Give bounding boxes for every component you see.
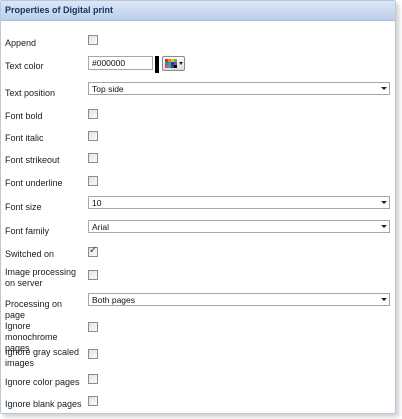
switched-on-label: Switched on	[5, 249, 55, 259]
append-row: Append	[1, 33, 395, 48]
font-bold-checkbox[interactable]	[88, 109, 98, 119]
font-underline-label: Font underline	[5, 178, 63, 188]
ignore-gray-scaled-images-row: Ignore gray scaled images	[1, 345, 395, 371]
font-strikeout-label: Font strikeout	[5, 155, 60, 165]
append-label: Append	[5, 38, 37, 48]
image-processing-on-server-label: Image processing on server	[5, 267, 77, 288]
text-color-value: #000000	[92, 58, 126, 68]
processing-on-page-row: Processing on page Both pages	[1, 292, 395, 320]
switched-on-checkbox[interactable]: ✓	[88, 245, 98, 257]
ignore-blank-pages-row: Ignore blank pages	[1, 394, 395, 409]
switched-on-row: Switched on ✓	[1, 245, 395, 259]
image-processing-on-server-row: Image processing on server	[1, 265, 395, 291]
font-family-row: Font family Arial	[1, 219, 395, 236]
color-palette-icon	[165, 59, 177, 68]
font-strikeout-row: Font strikeout	[1, 151, 395, 165]
font-size-label: Font size	[5, 202, 42, 212]
text-position-row: Text position Top side	[1, 81, 395, 98]
text-position-label: Text position	[5, 88, 56, 98]
panel-title-bar: Properties of Digital print	[1, 1, 395, 21]
ignore-monochrome-pages-checkbox[interactable]	[88, 322, 98, 332]
font-italic-checkbox[interactable]	[88, 131, 98, 141]
text-color-swatch	[155, 56, 159, 73]
text-color-label: Text color	[5, 61, 44, 71]
processing-on-page-label: Processing on page	[5, 299, 63, 320]
chevron-down-icon	[381, 201, 387, 204]
text-color-input[interactable]: #000000	[88, 56, 153, 70]
ignore-color-pages-label: Ignore color pages	[5, 377, 80, 387]
ignore-color-pages-row: Ignore color pages	[1, 372, 395, 387]
chevron-down-icon	[381, 298, 387, 301]
chevron-down-icon	[381, 87, 387, 90]
font-family-select[interactable]: Arial	[88, 220, 390, 233]
append-checkbox[interactable]	[88, 35, 98, 45]
text-position-select[interactable]: Top side	[88, 82, 390, 95]
text-position-value: Top side	[92, 84, 124, 94]
ignore-color-pages-checkbox[interactable]	[88, 374, 98, 384]
ignore-gray-scaled-images-checkbox[interactable]	[88, 349, 98, 359]
font-family-label: Font family	[5, 226, 50, 236]
font-strikeout-checkbox[interactable]	[88, 153, 98, 163]
font-size-row: Font size 10	[1, 195, 395, 212]
ignore-monochrome-pages-row: Ignore monochrome pages	[1, 319, 395, 353]
font-italic-label: Font italic	[5, 133, 44, 143]
ignore-blank-pages-label: Ignore blank pages	[5, 399, 82, 409]
text-color-row: Text color #000000	[1, 54, 395, 74]
chevron-down-icon	[179, 62, 183, 65]
font-bold-label: Font bold	[5, 111, 43, 121]
checkmark-icon: ✓	[89, 245, 98, 256]
processing-on-page-value: Both pages	[92, 295, 136, 305]
chevron-down-icon	[381, 225, 387, 228]
color-picker-button[interactable]	[162, 56, 185, 71]
font-underline-checkbox[interactable]	[88, 176, 98, 186]
panel-title: Properties of Digital print	[5, 5, 114, 15]
properties-panel: Properties of Digital print Append Text …	[0, 0, 396, 414]
font-family-value: Arial	[92, 222, 110, 232]
font-size-value: 10	[92, 198, 102, 208]
ignore-blank-pages-checkbox[interactable]	[88, 396, 98, 406]
processing-on-page-select[interactable]: Both pages	[88, 293, 390, 306]
font-size-select[interactable]: 10	[88, 196, 390, 209]
ignore-gray-scaled-images-label: Ignore gray scaled images	[5, 347, 80, 368]
font-bold-row: Font bold	[1, 107, 395, 121]
font-underline-row: Font underline	[1, 174, 395, 188]
font-italic-row: Font italic	[1, 129, 395, 143]
image-processing-on-server-checkbox[interactable]	[88, 270, 98, 280]
